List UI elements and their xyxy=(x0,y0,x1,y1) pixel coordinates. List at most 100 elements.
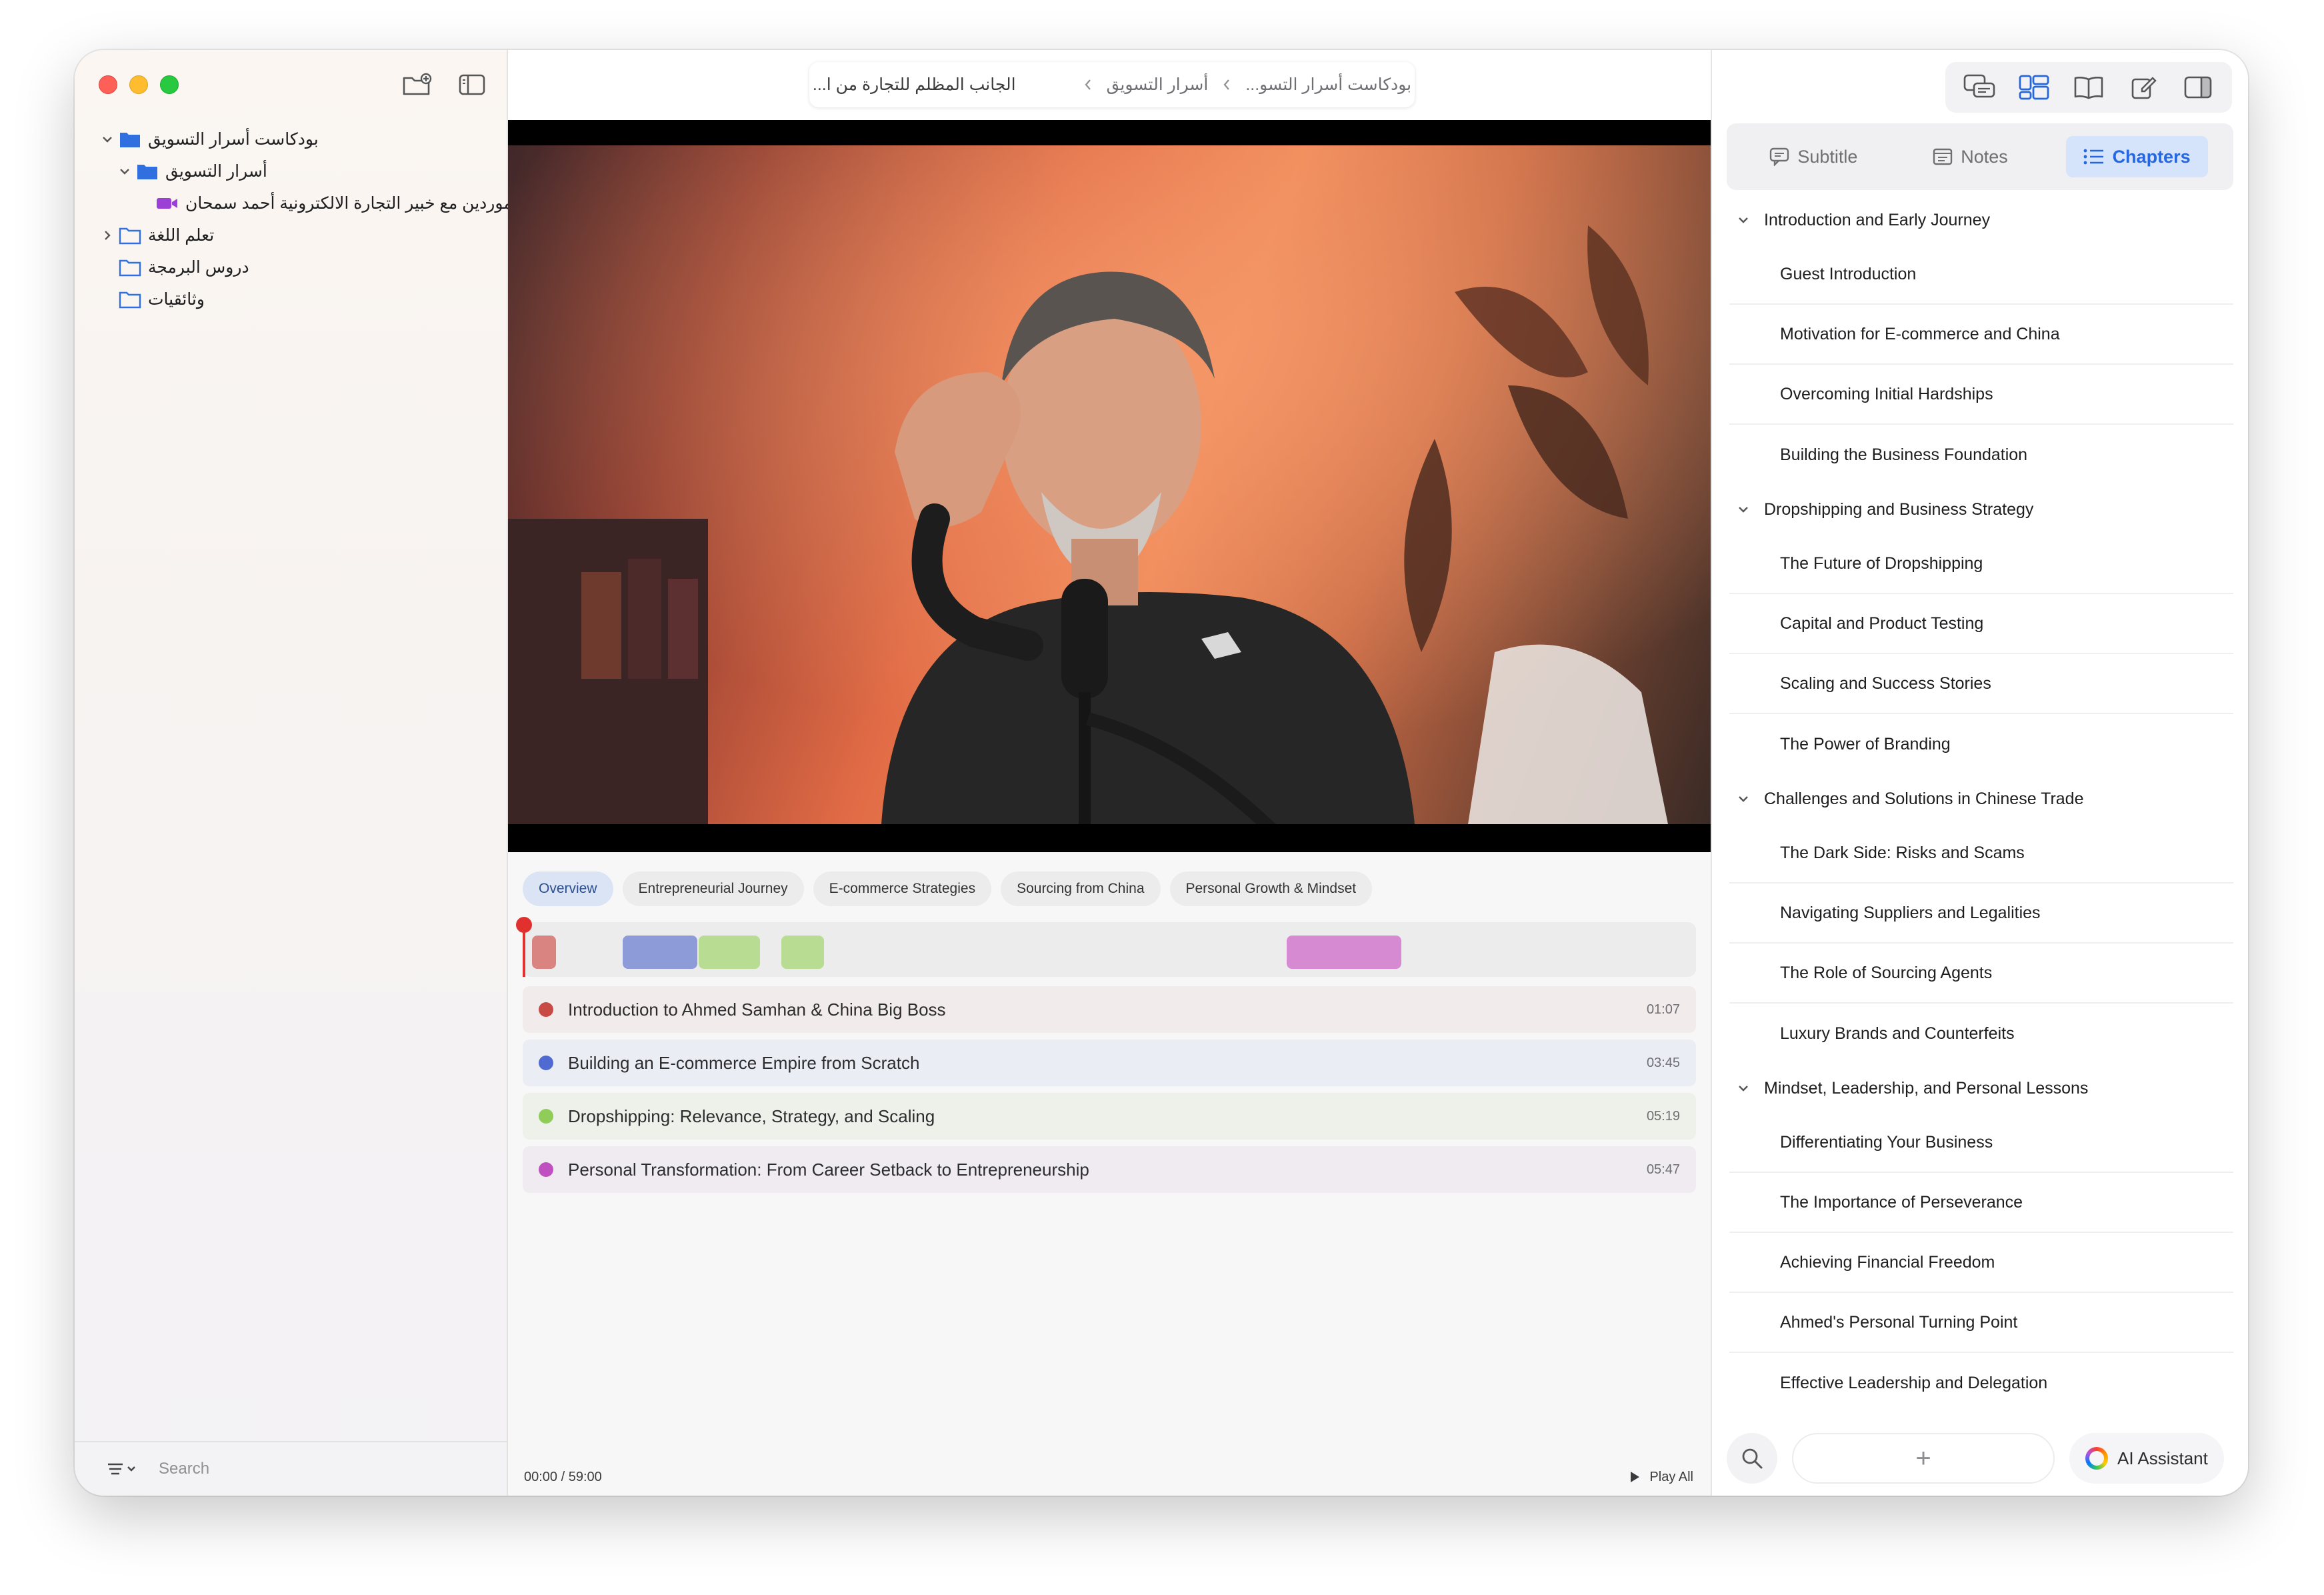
close-window-button[interactable] xyxy=(99,75,117,94)
timeline-segment-purple[interactable] xyxy=(1287,936,1401,969)
outline-item[interactable]: The Dark Side: Risks and Scams xyxy=(1729,824,2233,884)
outline-section[interactable]: Challenges and Solutions in Chinese Trad… xyxy=(1727,774,2233,824)
video-frame xyxy=(508,145,1711,824)
tree-item-podcast[interactable]: بودكاست أسرار التسويق xyxy=(75,123,508,155)
outline-item[interactable]: The Future of Dropshipping xyxy=(1729,534,2233,594)
tab-sourcing-from-china[interactable]: Sourcing from China xyxy=(1001,872,1161,906)
tab-chapters[interactable]: Chapters xyxy=(2065,136,2208,177)
layout-view-button[interactable] xyxy=(2008,67,2060,107)
ai-assistant-label: AI Assistant xyxy=(2117,1448,2208,1468)
tab-overview[interactable]: Overview xyxy=(523,872,613,906)
right-panel-tabs: Subtitle Notes Chapters xyxy=(1727,123,2233,190)
filter-menu-icon[interactable] xyxy=(107,1461,139,1477)
breadcrumb-item-podcast[interactable]: بودكاست أسرار التسو... xyxy=(1245,75,1411,95)
chat-view-button[interactable] xyxy=(1953,67,2005,107)
app-window: بودكاست أسرار التسويق أسرار التسويق الجا… xyxy=(75,50,2248,1496)
sidebar-search[interactable]: Search xyxy=(75,1441,508,1496)
outline-item[interactable]: The Power of Branding xyxy=(1729,714,2233,774)
play-all-label: Play All xyxy=(1649,1469,1693,1484)
zoom-window-button[interactable] xyxy=(160,75,179,94)
outline-item[interactable]: Differentiating Your Business xyxy=(1729,1113,2233,1173)
chapter-color-dot xyxy=(539,1162,553,1177)
timeline-segment-blue[interactable] xyxy=(623,936,697,969)
minimize-window-button[interactable] xyxy=(129,75,148,94)
chevron-down-icon[interactable] xyxy=(1733,1078,1753,1098)
timeline-segment-green[interactable] xyxy=(781,936,824,969)
outline-item[interactable]: Achieving Financial Freedom xyxy=(1729,1233,2233,1293)
outline-item[interactable]: Overcoming Initial Hardships xyxy=(1729,365,2233,425)
outline-item[interactable]: Building the Business Foundation xyxy=(1729,425,2233,485)
play-all-button[interactable]: Play All xyxy=(1629,1470,1693,1485)
tab-notes[interactable]: Notes xyxy=(1915,136,2025,177)
tab-subtitle[interactable]: Subtitle xyxy=(1752,136,1875,177)
toggle-right-panel-button[interactable] xyxy=(2172,67,2224,107)
outline-item[interactable]: Scaling and Success Stories xyxy=(1729,654,2233,714)
chapter-title: Building an E-commerce Empire from Scrat… xyxy=(568,1052,920,1073)
tree-item-video[interactable]: الجانب المظلم للتجارة من الصين: الموردين… xyxy=(75,187,508,219)
tree-item-label: وثائقيات xyxy=(148,290,205,309)
tree-item-label: الجانب المظلم للتجارة من الصين: الموردين… xyxy=(185,194,508,213)
chapter-duration: 05:19 xyxy=(1646,1108,1680,1124)
chapter-outline: Introduction and Early Journey Guest Int… xyxy=(1727,195,2233,1422)
outline-item[interactable]: Navigating Suppliers and Legalities xyxy=(1729,884,2233,944)
sidebar-right-icon xyxy=(2184,76,2212,99)
tab-entrepreneurial-journey[interactable]: Entrepreneurial Journey xyxy=(622,872,804,906)
tree-item-language[interactable]: تعلم اللغة xyxy=(75,219,508,251)
tab-notes-label: Notes xyxy=(1961,146,2008,167)
timeline-segment-red[interactable] xyxy=(532,936,556,969)
chevron-down-icon[interactable] xyxy=(1733,789,1753,809)
outline-section[interactable]: Dropshipping and Business Strategy xyxy=(1727,485,2233,534)
outline-item[interactable]: Capital and Product Testing xyxy=(1729,594,2233,654)
playhead[interactable] xyxy=(516,917,532,977)
chapter-row[interactable]: Dropshipping: Relevance, Strategy, and S… xyxy=(523,1093,1696,1140)
chapter-timeline[interactable] xyxy=(516,917,1696,977)
breadcrumb-item-folder[interactable]: أسرار التسويق xyxy=(1107,75,1209,95)
search-input[interactable]: Search xyxy=(159,1460,209,1478)
outline-item[interactable]: Ahmed's Personal Turning Point xyxy=(1729,1293,2233,1353)
chapter-tabs: Overview Entrepreneurial Journey E-comme… xyxy=(523,872,1373,906)
chevron-right-icon[interactable] xyxy=(97,225,117,245)
sidebar: بودكاست أسرار التسويق أسرار التسويق الجا… xyxy=(75,50,508,1496)
reader-view-button[interactable] xyxy=(2063,67,2115,107)
outline-section[interactable]: Mindset, Leadership, and Personal Lesson… xyxy=(1727,1064,2233,1113)
new-folder-button[interactable] xyxy=(399,70,436,99)
chapter-row[interactable]: Personal Transformation: From Career Set… xyxy=(523,1146,1696,1193)
search-button[interactable] xyxy=(1727,1433,1777,1484)
chat-bubbles-icon xyxy=(1963,74,1995,98)
chapter-title: Personal Transformation: From Career Set… xyxy=(568,1159,1089,1180)
breadcrumb-item-current[interactable]: الجانب المظلم للتجارة من ا... xyxy=(813,75,1016,95)
timeline-segment-green[interactable] xyxy=(699,936,760,969)
outline-item[interactable]: Motivation for E-commerce and China xyxy=(1729,305,2233,365)
ai-assistant-button[interactable]: AI Assistant xyxy=(2069,1433,2224,1484)
chapter-duration: 01:07 xyxy=(1646,1002,1680,1017)
chevron-down-icon[interactable] xyxy=(97,129,117,149)
tree-item-programming[interactable]: دروس البرمجة xyxy=(75,251,508,283)
add-button[interactable]: + xyxy=(1792,1433,2055,1484)
tree-item-marketing-secrets[interactable]: أسرار التسويق xyxy=(75,155,508,187)
chapter-row[interactable]: Introduction to Ahmed Samhan & China Big… xyxy=(523,986,1696,1033)
chapter-row[interactable]: Building an E-commerce Empire from Scrat… xyxy=(523,1040,1696,1086)
video-player[interactable] xyxy=(508,120,1711,852)
tab-personal-growth[interactable]: Personal Growth & Mindset xyxy=(1169,872,1373,906)
chevron-down-icon[interactable] xyxy=(1733,210,1753,230)
outline-item[interactable]: Effective Leadership and Delegation xyxy=(1729,1353,2233,1413)
chevron-down-icon[interactable] xyxy=(115,161,135,181)
notes-icon xyxy=(1933,148,1953,165)
outline-item[interactable]: The Importance of Perseverance xyxy=(1729,1173,2233,1233)
outline-item[interactable]: Luxury Brands and Counterfeits xyxy=(1729,1004,2233,1064)
outline-item[interactable]: Guest Introduction xyxy=(1729,245,2233,305)
toggle-sidebar-button[interactable] xyxy=(453,70,491,99)
tab-ecommerce-strategies[interactable]: E-commerce Strategies xyxy=(813,872,992,906)
playback-time: 00:00 / 59:00 xyxy=(524,1469,602,1484)
compose-icon xyxy=(2131,77,2157,99)
right-panel-footer: + AI Assistant xyxy=(1712,1421,2248,1496)
playhead-handle[interactable] xyxy=(516,917,532,933)
search-icon xyxy=(1742,1448,1763,1469)
outline-item[interactable]: The Role of Sourcing Agents xyxy=(1729,944,2233,1004)
chevron-left-icon xyxy=(1223,79,1230,90)
chevron-down-icon[interactable] xyxy=(1733,499,1753,519)
edit-note-button[interactable] xyxy=(2117,67,2169,107)
title-bar: بودكاست أسرار التسو... أسرار التسويق الج… xyxy=(508,50,1711,120)
outline-section[interactable]: Introduction and Early Journey xyxy=(1727,195,2233,245)
tree-item-documentaries[interactable]: وثائقيات xyxy=(75,283,508,315)
